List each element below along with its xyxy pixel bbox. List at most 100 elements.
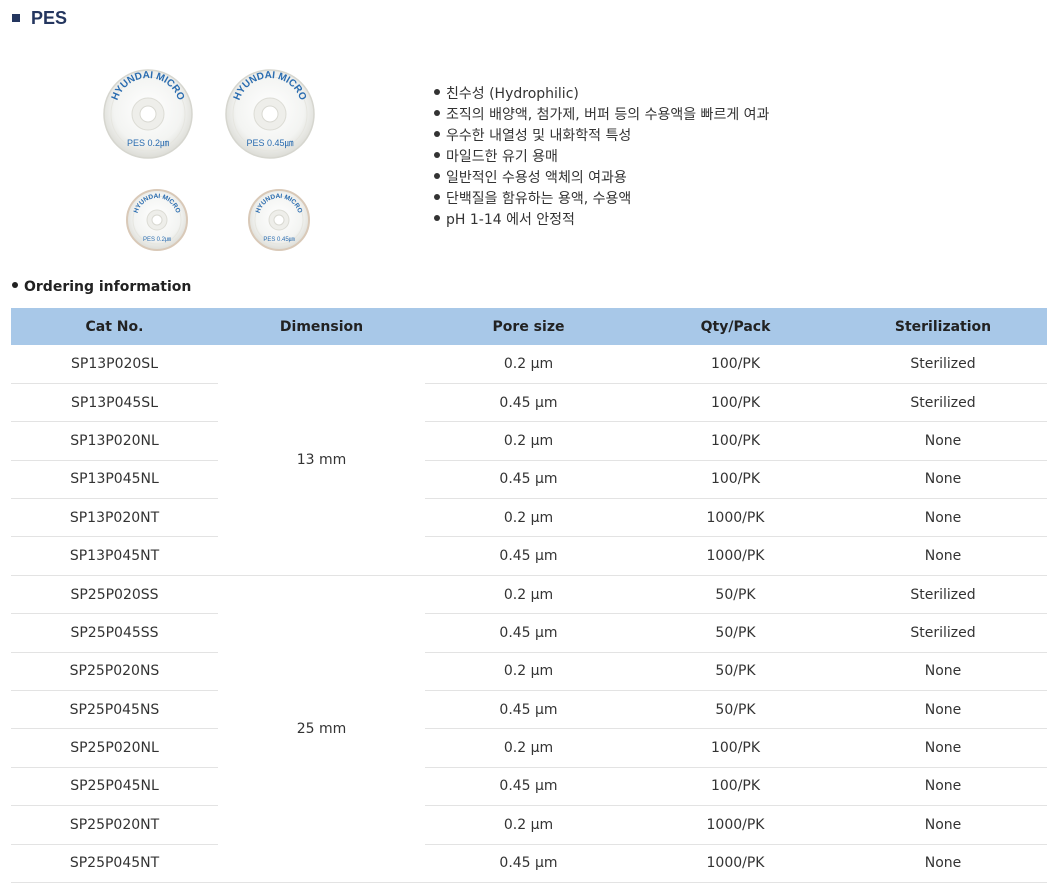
cat-no-cell: SP25P020NT (11, 805, 218, 845)
table-row: SP25P020NS 0.2 μm 50/PK None (11, 652, 1047, 692)
pore-size-cell: 0.2 μm (425, 498, 632, 538)
sterilization-cell: None (839, 460, 1047, 500)
cat-no-cell: SP25P045NL (11, 767, 218, 807)
cat-no-cell: SP13P020NT (11, 498, 218, 538)
sterilization-cell: None (839, 421, 1047, 461)
feature-text: 마일드한 유기 용매 (446, 149, 558, 165)
small-filter-disc-left: HYUNDAI MICRO PES 0.2㎛ (126, 189, 188, 251)
sterilization-cell: Sterilized (839, 613, 1047, 653)
qty-pack-cell: 50/PK (632, 575, 839, 615)
table-row: SP25P045SS 0.45 μm 50/PK Sterilized (11, 613, 1047, 653)
qty-pack-cell: 1000/PK (632, 805, 839, 845)
bullet-icon (434, 194, 440, 200)
sterilization-cell: Sterilized (839, 383, 1047, 423)
table-row: SP25P045NT 0.45 μm 1000/PK None (11, 844, 1047, 883)
feature-list: 친수성 (Hydrophilic) 조직의 배양액, 첨가제, 버퍼 등의 수용… (434, 84, 769, 231)
feature-item: 일반적인 수용성 액체의 여과용 (434, 168, 769, 189)
pore-size-cell: 0.2 μm (425, 728, 632, 768)
feature-text: 우수한 내열성 및 내화학적 특성 (446, 128, 632, 144)
feature-text: 일반적인 수용성 액체의 여과용 (446, 170, 627, 186)
ordering-heading-text: Ordering information (24, 279, 192, 295)
ordering-table: Cat No. Dimension Pore size Qty/Pack Ste… (11, 308, 1047, 883)
title-square-icon (12, 14, 20, 22)
qty-pack-cell: 1000/PK (632, 844, 839, 883)
table-row: SP13P045NT 0.45 μm 1000/PK None (11, 536, 1047, 576)
feature-text: 조직의 배양액, 첨가제, 버퍼 등의 수용액을 빠르게 여과 (446, 107, 770, 123)
pore-size-cell: 0.45 μm (425, 844, 632, 883)
pore-size-cell: 0.2 μm (425, 575, 632, 615)
large-filter-disc-left: HYUNDAI MICRO PES 0.2㎛ (103, 69, 193, 159)
feature-text: 단백질을 함유하는 용액, 수용액 (446, 191, 632, 207)
bullet-icon (434, 89, 440, 95)
cat-no-cell: SP25P020NS (11, 652, 218, 692)
sterilization-cell: None (839, 498, 1047, 538)
column-header-sterilization: Sterilization (839, 308, 1047, 345)
cat-no-cell: SP13P045SL (11, 383, 218, 423)
disc-label-text: PES 0.45㎛ (263, 237, 294, 244)
disc-label-text: PES 0.2㎛ (143, 237, 171, 244)
cat-no-cell: SP13P045NL (11, 460, 218, 500)
bullet-icon (12, 282, 18, 288)
bullet-icon (434, 110, 440, 116)
cat-no-cell: SP13P045NT (11, 536, 218, 576)
qty-pack-cell: 100/PK (632, 421, 839, 461)
table-row: SP25P045NS 0.45 μm 50/PK None (11, 690, 1047, 730)
sterilization-cell: None (839, 805, 1047, 845)
pore-size-cell: 0.45 μm (425, 690, 632, 730)
qty-pack-cell: 100/PK (632, 728, 839, 768)
sterilization-cell: Sterilized (839, 575, 1047, 615)
product-image: HYUNDAI MICRO PES 0.2㎛ HYUNDAI MICRO PES… (103, 69, 315, 251)
qty-pack-cell: 100/PK (632, 460, 839, 500)
feature-item: 우수한 내열성 및 내화학적 특성 (434, 126, 769, 147)
dimension-cell: 13 mm (218, 345, 425, 576)
feature-text: 친수성 (Hydrophilic) (446, 86, 579, 102)
cat-no-cell: SP25P045SS (11, 613, 218, 653)
cat-no-cell: SP25P045NS (11, 690, 218, 730)
table-row: SP25P045NL 0.45 μm 100/PK None (11, 767, 1047, 807)
feature-item: 조직의 배양액, 첨가제, 버퍼 등의 수용액을 빠르게 여과 (434, 105, 769, 126)
bullet-icon (434, 131, 440, 137)
qty-pack-cell: 50/PK (632, 652, 839, 692)
sterilization-cell: None (839, 652, 1047, 692)
qty-pack-cell: 100/PK (632, 383, 839, 423)
pore-size-cell: 0.45 μm (425, 460, 632, 500)
cat-no-cell: SP13P020NL (11, 421, 218, 461)
small-filter-disc-right: HYUNDAI MICRO PES 0.45㎛ (248, 189, 310, 251)
sterilization-cell: None (839, 536, 1047, 576)
column-header-dimension: Dimension (218, 308, 425, 345)
qty-pack-cell: 50/PK (632, 690, 839, 730)
table-row: SP13P020NT 0.2 μm 1000/PK None (11, 498, 1047, 538)
dimension-cell: 25 mm (218, 575, 425, 883)
feature-item: 친수성 (Hydrophilic) (434, 84, 769, 105)
bullet-icon (434, 152, 440, 158)
feature-item: pH 1-14 에서 안정적 (434, 210, 769, 231)
column-header-cat-no: Cat No. (11, 308, 218, 345)
table-row: SP13P045SL 0.45 μm 100/PK Sterilized (11, 383, 1047, 423)
table-row: SP25P020NL 0.2 μm 100/PK None (11, 728, 1047, 768)
sterilization-cell: Sterilized (839, 345, 1047, 384)
table-row: SP25P020SS 25 mm 0.2 μm 50/PK Sterilized (11, 575, 1047, 883)
table-row: SP13P020NL 0.2 μm 100/PK None (11, 421, 1047, 461)
feature-item: 마일드한 유기 용매 (434, 147, 769, 168)
pore-size-cell: 0.45 μm (425, 613, 632, 653)
table-row: SP13P045NL 0.45 μm 100/PK None (11, 460, 1047, 500)
pore-size-cell: 0.2 μm (425, 805, 632, 845)
cat-no-cell: SP25P020SS (11, 575, 218, 615)
section-title: PES (12, 6, 67, 30)
sterilization-cell: None (839, 844, 1047, 883)
feature-item: 단백질을 함유하는 용액, 수용액 (434, 189, 769, 210)
pore-size-cell: 0.45 μm (425, 767, 632, 807)
large-filter-disc-right: HYUNDAI MICRO PES 0.45㎛ (225, 69, 315, 159)
page-title: PES (31, 7, 68, 28)
qty-pack-cell: 1000/PK (632, 498, 839, 538)
column-header-qty-pack: Qty/Pack (632, 308, 839, 345)
disc-label-text: PES 0.45㎛ (246, 138, 293, 149)
cat-no-cell: SP25P045NT (11, 844, 218, 883)
sterilization-cell: None (839, 728, 1047, 768)
pore-size-cell: 0.2 μm (425, 421, 632, 461)
qty-pack-cell: 100/PK (632, 767, 839, 807)
cat-no-cell: SP25P020NL (11, 728, 218, 768)
feature-text: pH 1-14 에서 안정적 (446, 212, 575, 228)
pore-size-cell: 0.2 μm (425, 345, 632, 384)
sterilization-cell: None (839, 690, 1047, 730)
